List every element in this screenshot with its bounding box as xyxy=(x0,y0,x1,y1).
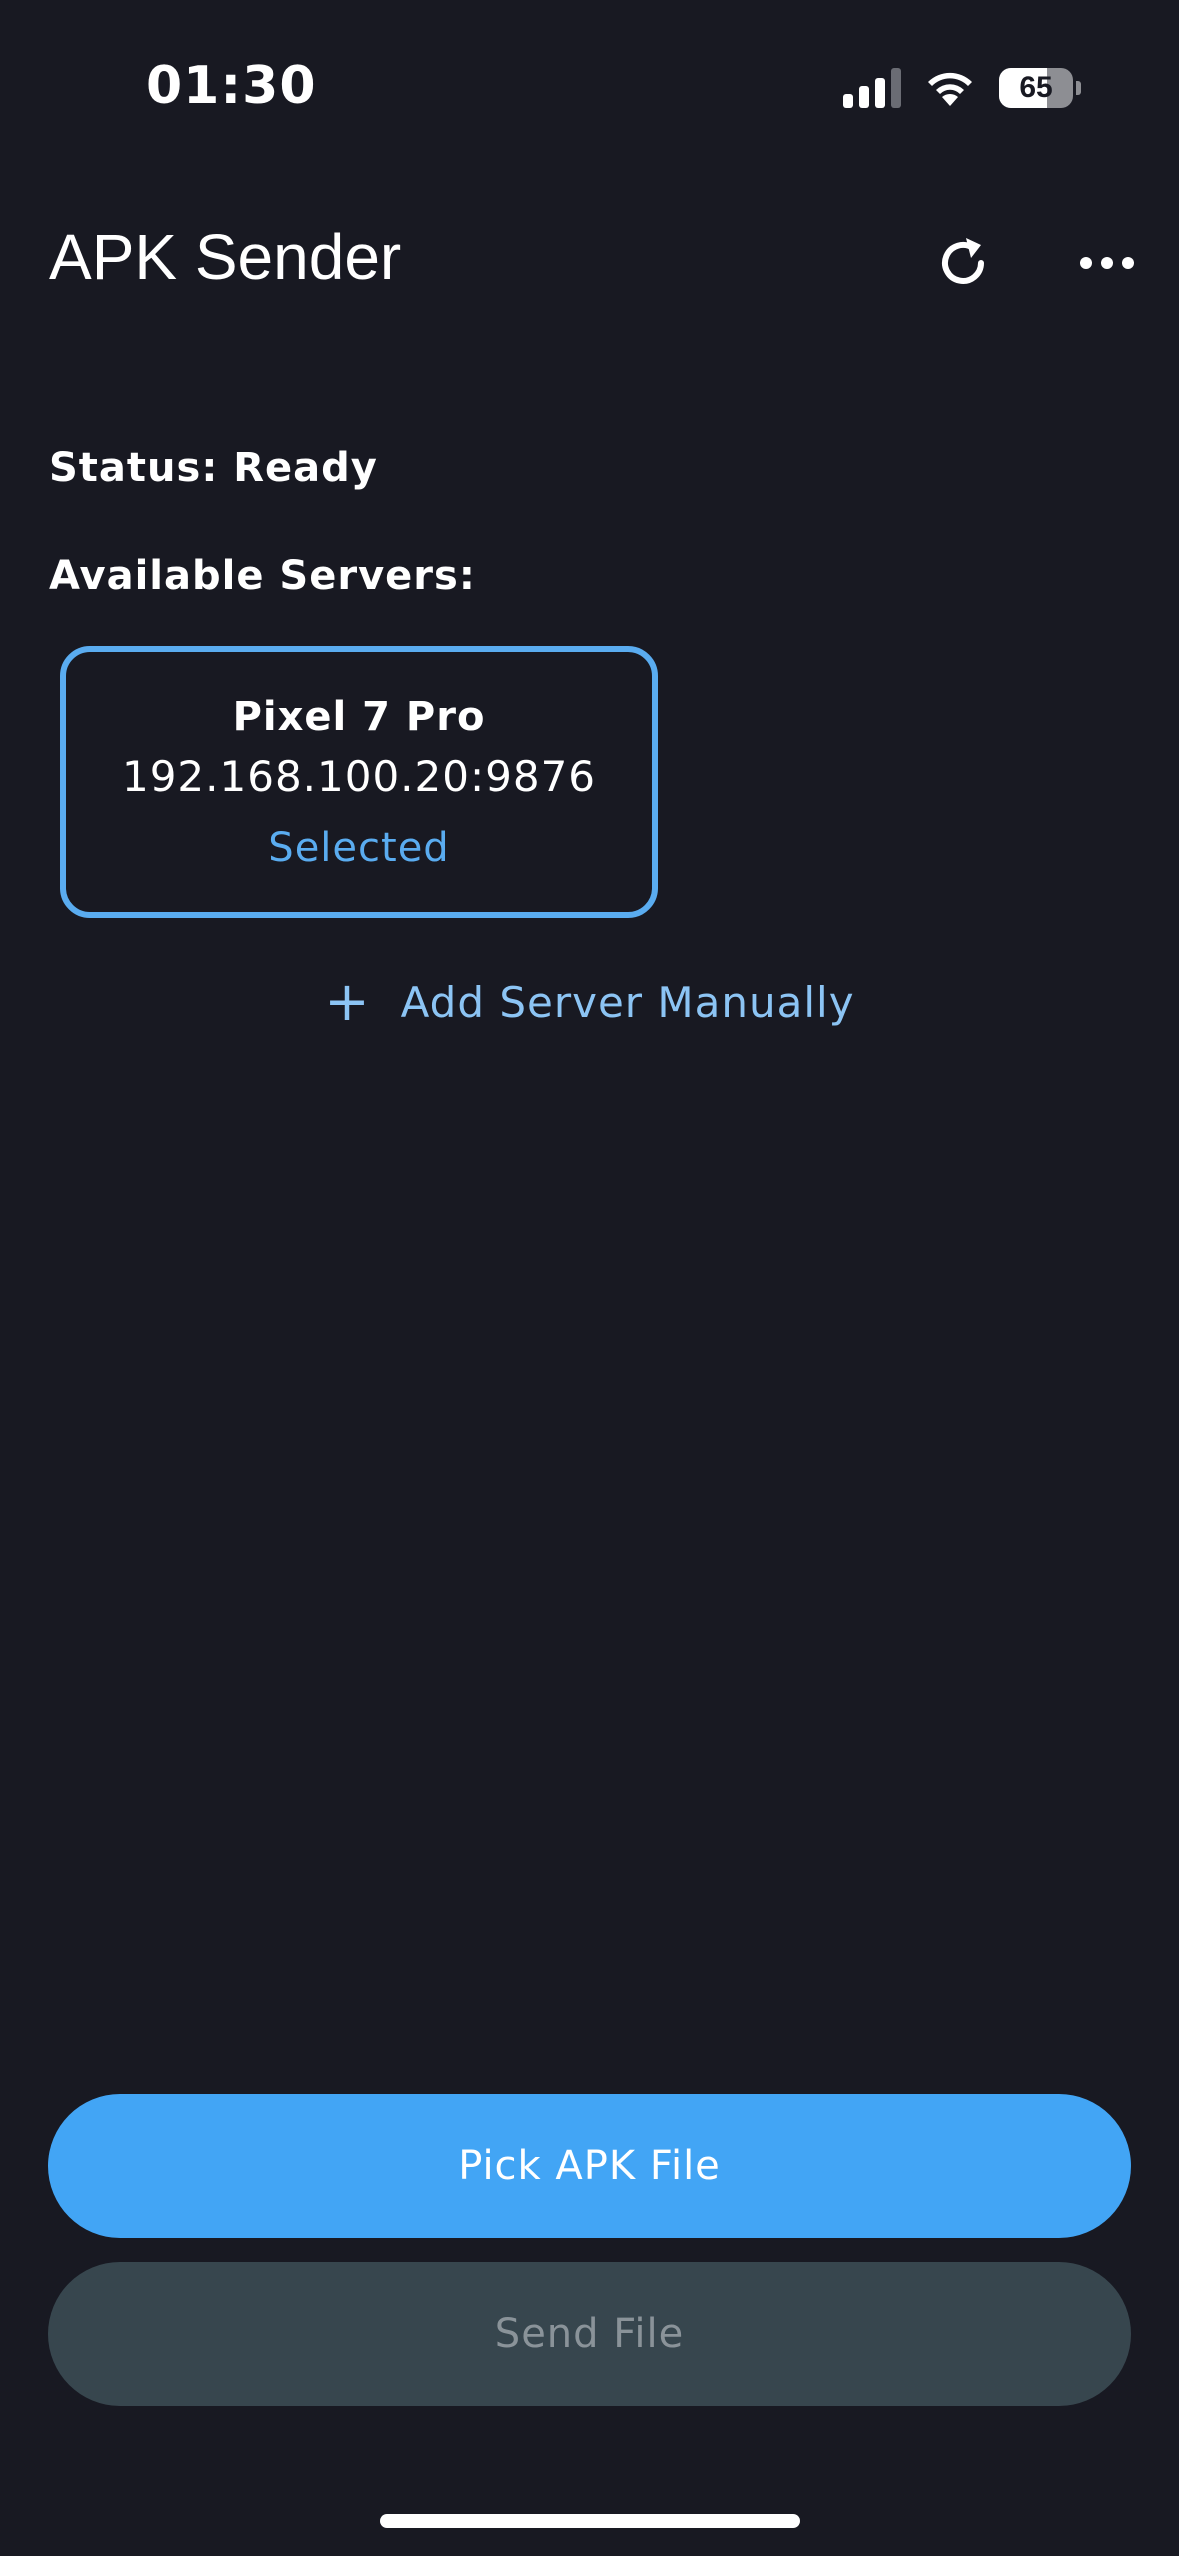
home-indicator[interactable] xyxy=(380,2514,800,2528)
status-bar-time: 01:30 xyxy=(146,56,317,116)
battery-icon: 65 xyxy=(999,68,1081,108)
add-server-manually-button[interactable]: + Add Server Manually xyxy=(0,975,1179,1029)
more-horizontal-icon xyxy=(1079,255,1135,275)
send-file-label: Send File xyxy=(494,2311,685,2357)
pick-apk-file-label: Pick APK File xyxy=(458,2143,721,2189)
available-servers-label: Available Servers: xyxy=(49,553,476,599)
plus-icon: + xyxy=(324,970,371,1033)
server-selected-status: Selected xyxy=(268,824,450,871)
status-text: Status: Ready xyxy=(49,445,378,491)
send-file-button[interactable]: Send File xyxy=(48,2262,1131,2406)
server-address: 192.168.100.20:9876 xyxy=(121,751,597,801)
app-title: APK Sender xyxy=(49,221,402,293)
battery-level: 65 xyxy=(1019,71,1053,104)
cellular-signal-icon xyxy=(843,68,901,108)
refresh-button[interactable] xyxy=(918,220,1008,310)
wifi-icon xyxy=(923,68,977,108)
refresh-icon xyxy=(933,233,993,297)
pick-apk-file-button[interactable]: Pick APK File xyxy=(48,2094,1131,2238)
add-server-label: Add Server Manually xyxy=(400,977,855,1027)
server-card[interactable]: Pixel 7 Pro 192.168.100.20:9876 Selected xyxy=(60,646,658,918)
more-options-button[interactable] xyxy=(1062,220,1152,310)
server-name: Pixel 7 Pro xyxy=(232,693,486,740)
status-bar-icons: 65 xyxy=(843,64,1081,112)
